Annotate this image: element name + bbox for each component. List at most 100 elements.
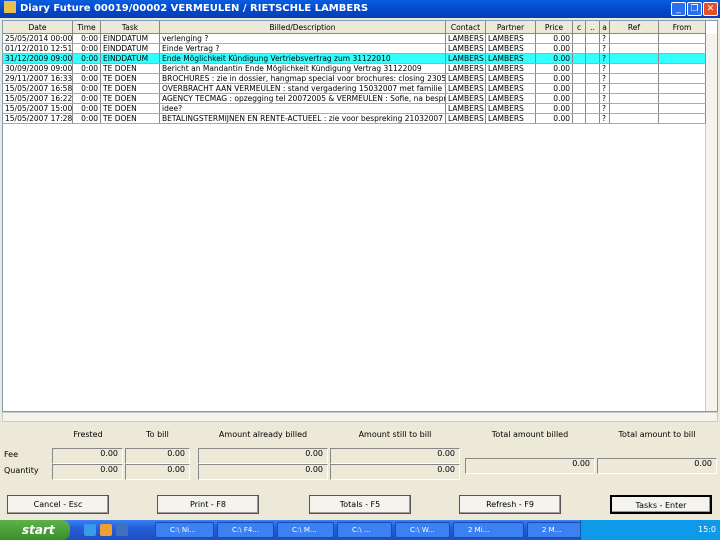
cell-time: 0:00 [73, 94, 101, 103]
quantity-value: 0.00 [198, 464, 328, 480]
cell-empty [573, 44, 586, 53]
fee-value: 0.00 [330, 448, 460, 464]
outlook-icon[interactable] [100, 524, 112, 536]
column-header-10[interactable]: Ref [610, 21, 659, 33]
column-header-4[interactable]: Contact [446, 21, 486, 33]
cell-task: TE DOEN [101, 84, 160, 93]
diary-grid: Date Time Task Billed/Description Contact Par… [2, 20, 718, 412]
cell-empty [610, 94, 659, 103]
table-row[interactable]: 30/09/2009 09:00 0:00 TE DOEN Bericht an Ma… [3, 64, 706, 74]
table-row[interactable]: 29/11/2007 16:33 0:00 TE DOEN BROCHURES : z… [3, 74, 706, 84]
cell-date: 30/09/2009 09:00 [5, 64, 73, 73]
taskbar-item[interactable]: C:\ ... [337, 522, 392, 538]
vertical-scrollbar[interactable] [705, 34, 717, 411]
cell-time: 0:00 [73, 44, 101, 53]
column-header-3[interactable]: Billed/Description [160, 21, 446, 33]
cell-desc: Bericht an Mandantin Ende Möglichkeit Kü… [160, 64, 446, 73]
cell-desc: idee? [160, 104, 446, 113]
cell-flag: ? [600, 74, 610, 83]
minimize-button[interactable]: _ [671, 2, 686, 16]
table-row[interactable]: 01/12/2010 12:51 0:00 EINDDATUM Einde Vertr… [3, 44, 706, 54]
cell-empty [659, 34, 706, 43]
table-row[interactable]: 15/05/2007 17:28 0:00 TE DOEN BETALINGSTERM… [3, 114, 706, 124]
cell-date: 25/05/2014 00:00 [5, 34, 73, 43]
column-header-2[interactable]: Task [101, 21, 160, 33]
cell-task: EINDDATUM [101, 44, 160, 53]
cell-task: TE DOEN [101, 114, 160, 123]
cell-empty [573, 104, 586, 113]
cell-empty [610, 54, 659, 63]
table-row[interactable]: 15/05/2007 15:00 0:00 TE DOEN idee? LAMBERS L… [3, 104, 706, 114]
app-quicklaunch-icon[interactable] [116, 524, 128, 536]
cancel-button[interactable]: Cancel - Esc [7, 495, 109, 514]
cell-empty [573, 94, 586, 103]
cell-flag: ? [600, 64, 610, 73]
total-to-bill-value: 0.00 [597, 458, 717, 474]
print-button[interactable]: Print - F8 [157, 495, 259, 514]
taskbar-item[interactable]: 2 Mi... [453, 522, 524, 538]
column-header-8[interactable]: .. [586, 21, 600, 33]
ie-icon[interactable] [84, 524, 96, 536]
column-header-0[interactable]: Date [3, 21, 73, 33]
cell-date: 01/12/2010 12:51 [5, 44, 73, 53]
cell-time: 0:00 [73, 64, 101, 73]
cell-partner: LAMBERS [486, 114, 536, 123]
close-button[interactable]: ✕ [703, 2, 718, 16]
cell-time: 0:00 [73, 104, 101, 113]
cell-flag: ? [600, 34, 610, 43]
table-row[interactable]: 31/12/2009 09:00 0:00 EINDDATUM Ende Möglic… [3, 54, 706, 64]
taskbar-item[interactable]: 2 M... [527, 522, 582, 538]
cell-date: 15/05/2007 16:58 [5, 84, 73, 93]
totals-header: Total amount billed [491, 430, 569, 439]
totals-button[interactable]: Totals - F5 [309, 495, 411, 514]
cell-empty [659, 74, 706, 83]
fee-value: 0.00 [198, 448, 328, 464]
taskbar-item[interactable]: C:\ W... [395, 522, 450, 538]
table-row[interactable]: 15/05/2007 16:58 0:00 TE DOEN OVERBRACHT AA… [3, 84, 706, 94]
cell-price: 0.00 [536, 104, 573, 113]
cell-empty [586, 114, 600, 123]
column-header-5[interactable]: Partner [486, 21, 536, 33]
cell-partner: LAMBERS [486, 104, 536, 113]
cell-date: 15/05/2007 16:22 [5, 94, 73, 103]
cell-empty [573, 84, 586, 93]
horizontal-scrollbar[interactable] [2, 412, 718, 422]
cell-date: 29/11/2007 16:33 [5, 74, 73, 83]
cell-empty [573, 114, 586, 123]
cell-price: 0.00 [536, 44, 573, 53]
quantity-value: 0.00 [52, 464, 123, 480]
cell-empty [659, 64, 706, 73]
start-button[interactable]: start [0, 520, 70, 540]
column-header-11[interactable]: From [659, 21, 706, 33]
cell-date: 15/05/2007 15:00 [5, 104, 73, 113]
cell-empty [586, 34, 600, 43]
cell-empty [573, 64, 586, 73]
taskbar-item[interactable]: C:\ F4... [217, 522, 274, 538]
cell-empty [573, 54, 586, 63]
fee-label: Fee [4, 450, 19, 459]
cell-price: 0.00 [536, 84, 573, 93]
taskbar-item[interactable]: C:\ M... [277, 522, 334, 538]
cell-flag: ? [600, 104, 610, 113]
cell-contact: LAMBERS [446, 114, 486, 123]
cell-empty [659, 94, 706, 103]
window-title: Diary Future 00019/00002 VERMEULEN / RIE… [20, 3, 369, 14]
cell-time: 0:00 [73, 114, 101, 123]
column-header-9[interactable]: a [600, 21, 610, 33]
quantity-value: 0.00 [125, 464, 190, 480]
cell-task: EINDDATUM [101, 34, 160, 43]
restore-button[interactable]: ❐ [687, 2, 702, 16]
cell-partner: LAMBERS [486, 44, 536, 53]
table-row[interactable]: 25/05/2014 00:00 0:00 EINDDATUM verlenging … [3, 34, 706, 44]
cell-empty [610, 74, 659, 83]
taskbar-item[interactable]: C:\ Ni... [155, 522, 214, 538]
refresh-button[interactable]: Refresh - F9 [459, 495, 561, 514]
cell-flag: ? [600, 54, 610, 63]
table-row[interactable]: 15/05/2007 16:22 0:00 TE DOEN AGENCY TECMAG… [3, 94, 706, 104]
column-header-7[interactable]: c [573, 21, 586, 33]
cell-contact: LAMBERS [446, 34, 486, 43]
cell-desc: BROCHURES : zie in dossier, hangmap spec… [162, 74, 446, 83]
tasks-button[interactable]: Tasks - Enter [610, 495, 712, 514]
column-header-1[interactable]: Time [73, 21, 101, 33]
column-header-6[interactable]: Price [536, 21, 573, 33]
